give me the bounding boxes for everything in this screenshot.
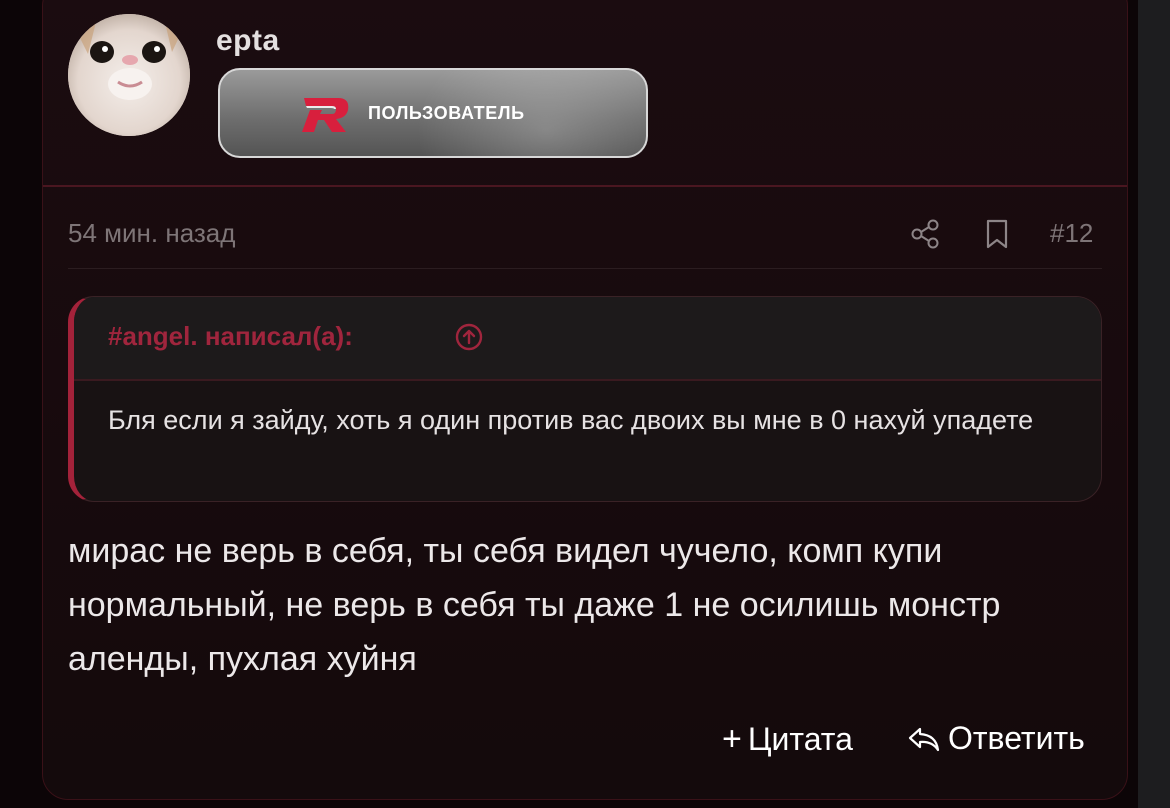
share-icon[interactable] xyxy=(908,217,942,256)
quote-header: #angel. написал(а): xyxy=(74,297,1101,381)
role-banner: ПОЛЬЗОВАТЕЛЬ xyxy=(218,68,648,158)
quote-block: #angel. написал(а): Бля если я зайду, хо… xyxy=(68,296,1102,502)
username[interactable]: epta xyxy=(216,24,280,58)
meta-divider xyxy=(68,268,1102,269)
window-edge xyxy=(1138,0,1170,808)
quote-button-label: Цитата xyxy=(747,721,853,757)
quote-author[interactable]: #angel. написал(а): xyxy=(108,321,353,352)
quote-button[interactable]: + Цитата xyxy=(722,720,853,759)
role-label: ПОЛЬЗОВАТЕЛЬ xyxy=(368,103,525,123)
reply-button-label: Ответить xyxy=(948,720,1085,756)
reply-icon xyxy=(906,723,942,755)
reply-button[interactable]: Ответить xyxy=(906,720,1085,757)
post-message: мирас не верь в себя, ты себя видел чуче… xyxy=(68,532,1001,678)
quote-text: Бля если я зайду, хоть я один против вас… xyxy=(108,405,1034,435)
bookmark-icon[interactable] xyxy=(984,217,1010,256)
post-number-link[interactable]: #12 xyxy=(1050,218,1093,249)
header-divider xyxy=(43,185,1127,187)
plus-icon: + xyxy=(722,720,742,758)
r-logo-icon xyxy=(302,98,349,132)
user-avatar[interactable] xyxy=(68,14,190,136)
post-timestamp[interactable]: 54 мин. назад xyxy=(68,218,235,249)
arrow-up-circle-icon[interactable] xyxy=(454,322,484,357)
